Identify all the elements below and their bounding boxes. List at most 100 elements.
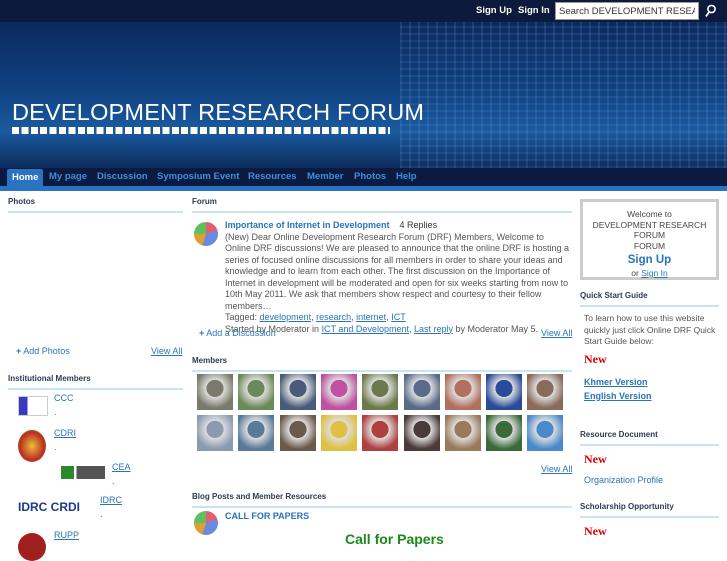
cea-logo bbox=[61, 466, 105, 479]
member-avatar[interactable] bbox=[320, 415, 357, 451]
member-avatar[interactable] bbox=[238, 374, 275, 410]
welcome-line: Welcome to bbox=[627, 209, 672, 219]
cdri-logo bbox=[18, 430, 46, 462]
member-avatar[interactable] bbox=[279, 415, 316, 451]
members-view-all[interactable]: View All bbox=[541, 464, 572, 474]
institution-ccc[interactable]: CCC bbox=[54, 393, 74, 403]
sign-in-link[interactable]: Sign In bbox=[518, 5, 550, 16]
rupp-logo bbox=[18, 533, 46, 561]
institution-dot: . bbox=[100, 509, 103, 519]
members-heading: Members bbox=[192, 356, 572, 372]
member-avatar[interactable] bbox=[197, 415, 233, 451]
resource-heading: Resource Document bbox=[580, 430, 719, 446]
new-badge: New bbox=[584, 524, 607, 538]
member-avatar[interactable] bbox=[444, 415, 481, 451]
search-icon[interactable] bbox=[705, 4, 716, 18]
institution-dot: . bbox=[54, 442, 57, 452]
idrc-logo: IDRC CRDI bbox=[18, 500, 80, 514]
tagged-label: Tagged: bbox=[225, 312, 258, 322]
reply-count: 4 Replies bbox=[399, 220, 438, 230]
ccc-logo bbox=[18, 396, 48, 416]
tab-photos[interactable]: Photos bbox=[354, 171, 386, 182]
blog-post-title[interactable]: CALL FOR PAPERS bbox=[225, 511, 309, 521]
tab-home[interactable]: Home bbox=[7, 169, 44, 186]
welcome-forum: FORUM bbox=[633, 240, 666, 251]
forum-avatar bbox=[194, 222, 218, 246]
add-discussion-label: Add a Discussion bbox=[206, 328, 276, 338]
new-badge: New bbox=[584, 452, 607, 466]
scholarship-section: Scholarship Opportunity New bbox=[580, 502, 719, 539]
forum-view-all[interactable]: View All bbox=[541, 328, 572, 338]
institution-cdri[interactable]: CDRI bbox=[54, 428, 76, 438]
tab-resources[interactable]: Resources bbox=[248, 171, 297, 182]
member-avatar[interactable] bbox=[486, 415, 523, 451]
member-avatar[interactable] bbox=[403, 415, 440, 451]
topic-excerpt: (New) Dear Online Development Research F… bbox=[225, 231, 570, 311]
started-by-suffix: by Moderator May 5. bbox=[455, 323, 539, 334]
quick-start-section: Quick Start Guide To learn how to use th… bbox=[580, 291, 719, 401]
forum-topic: Importance of Internet in Development 4 … bbox=[225, 220, 570, 334]
search-input[interactable] bbox=[555, 2, 699, 20]
member-avatar[interactable] bbox=[444, 374, 481, 410]
member-avatar[interactable] bbox=[527, 374, 564, 410]
category-link[interactable]: ICT and Development bbox=[322, 324, 409, 334]
add-photos-label: Add Photos bbox=[23, 346, 70, 356]
organization-profile-link[interactable]: Organization Profile bbox=[580, 475, 719, 485]
top-bar: Sign Up Sign In bbox=[0, 0, 727, 22]
blog-avatar bbox=[194, 511, 218, 535]
institution-dot: . bbox=[112, 476, 115, 486]
quick-start-heading: Quick Start Guide bbox=[580, 291, 719, 307]
nav-underline bbox=[0, 186, 727, 191]
tab-symposium-event[interactable]: Symposium Event bbox=[157, 171, 239, 182]
last-reply-link[interactable]: Last reply bbox=[414, 324, 453, 334]
main-nav: Home My page Discussion Symposium Event … bbox=[0, 168, 727, 186]
forum-section: Forum bbox=[192, 197, 572, 217]
tag-link[interactable]: ICT bbox=[391, 312, 406, 322]
institution-idrc[interactable]: IDRC bbox=[100, 495, 122, 505]
tab-discussion[interactable]: Discussion bbox=[97, 171, 148, 182]
photos-heading: Photos bbox=[8, 197, 183, 213]
plus-icon: + bbox=[16, 346, 22, 356]
title-decoration bbox=[12, 127, 390, 134]
tag-link[interactable]: research bbox=[316, 312, 351, 322]
add-photos-link[interactable]: + Add Photos bbox=[16, 346, 70, 356]
member-avatar[interactable] bbox=[320, 374, 357, 410]
khmer-version-link[interactable]: Khmer Version bbox=[584, 377, 648, 387]
quick-start-text: To learn how to use this website quickly… bbox=[584, 313, 716, 346]
member-avatar[interactable] bbox=[197, 374, 233, 410]
sign-up-link[interactable]: Sign Up bbox=[476, 5, 512, 16]
member-avatar[interactable] bbox=[486, 374, 523, 410]
welcome-site-name: DEVELOPMENT RESEARCH FORUM bbox=[592, 219, 707, 241]
member-avatar[interactable] bbox=[527, 415, 564, 451]
left-column: Photos bbox=[8, 197, 183, 219]
new-badge: New bbox=[584, 351, 607, 366]
topic-title-link[interactable]: Importance of Internet in Development bbox=[225, 220, 390, 230]
forum-heading: Forum bbox=[192, 197, 572, 213]
member-avatar[interactable] bbox=[279, 374, 316, 410]
welcome-sign-in[interactable]: Sign In bbox=[641, 268, 667, 278]
welcome-sign-up[interactable]: Sign Up bbox=[583, 255, 716, 266]
add-discussion-link[interactable]: + Add a Discussion bbox=[199, 328, 276, 338]
blog-heading: Blog Posts and Member Resources bbox=[192, 492, 572, 508]
member-avatar[interactable] bbox=[362, 415, 399, 451]
welcome-box: Welcome to DEVELOPMENT RESEARCH FORUM FO… bbox=[580, 199, 719, 280]
institution-rupp[interactable]: RUPP bbox=[54, 530, 79, 540]
institution-dot: . bbox=[54, 407, 57, 417]
institutional-heading: Institutional Members bbox=[8, 374, 183, 390]
tag-link[interactable]: internet bbox=[356, 312, 386, 322]
english-version-link[interactable]: English Version bbox=[584, 391, 652, 401]
tag-link[interactable]: development bbox=[260, 312, 312, 322]
member-avatar[interactable] bbox=[403, 374, 440, 410]
scholarship-heading: Scholarship Opportunity bbox=[580, 502, 719, 518]
or-text: or bbox=[631, 267, 639, 278]
tab-help[interactable]: Help bbox=[396, 171, 417, 182]
member-avatar[interactable] bbox=[238, 415, 275, 451]
tab-member[interactable]: Member bbox=[307, 171, 343, 182]
tab-my-page[interactable]: My page bbox=[49, 171, 87, 182]
photos-view-all[interactable]: View All bbox=[151, 346, 182, 356]
institution-cea[interactable]: CEA bbox=[112, 462, 131, 472]
header-banner: DEVELOPMENT RESEARCH FORUM bbox=[0, 22, 727, 168]
plus-icon: + bbox=[199, 328, 205, 338]
site-title[interactable]: DEVELOPMENT RESEARCH FORUM bbox=[12, 99, 424, 126]
member-avatar[interactable] bbox=[362, 374, 399, 410]
